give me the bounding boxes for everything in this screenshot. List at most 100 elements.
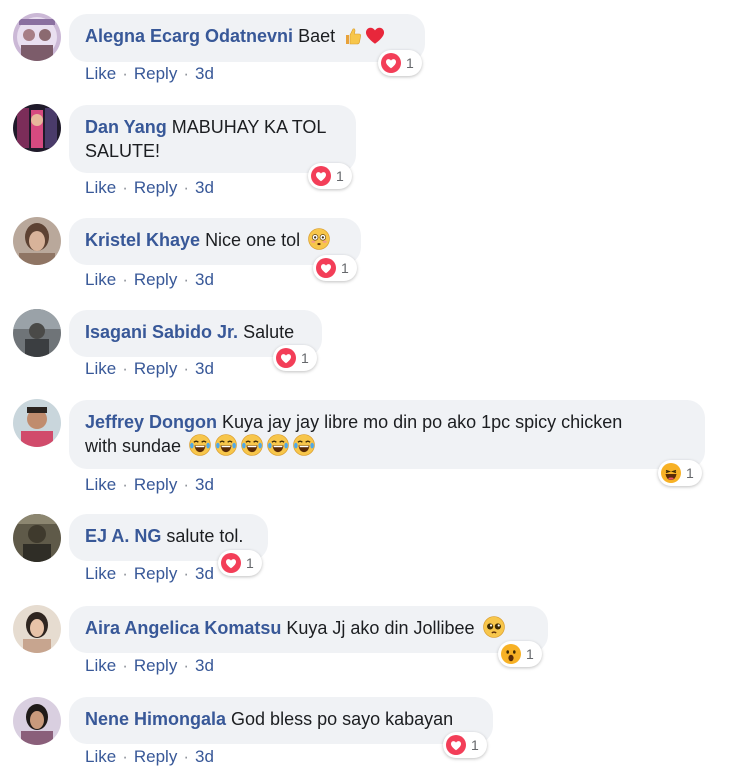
comment-author[interactable]: Dan Yang — [85, 117, 167, 137]
avatar[interactable] — [13, 217, 61, 265]
comment-author[interactable]: Aira Angelica Komatsu — [85, 618, 281, 638]
comment-author[interactable]: Jeffrey Dongon — [85, 412, 217, 432]
avatar[interactable] — [13, 399, 61, 447]
avatar[interactable] — [13, 104, 61, 152]
like-link[interactable]: Like — [85, 64, 116, 84]
comment-bubble: Nene Himongala God bless po sayo kabayan — [69, 697, 493, 744]
reply-link[interactable]: Reply — [134, 270, 177, 290]
reaction-summary[interactable]: 1 — [658, 460, 702, 486]
reaction-summary[interactable]: 1 — [498, 641, 542, 667]
reply-link[interactable]: Reply — [134, 564, 177, 584]
reply-link[interactable]: Reply — [134, 747, 177, 767]
comment-text-line-2: with sundae — [85, 436, 182, 456]
separator: · — [122, 178, 128, 197]
comment-text-line-2: SALUTE! — [85, 141, 161, 161]
comment-bubble: Alegna Ecarg Odatnevni Baet — [69, 14, 425, 62]
separator: · — [122, 564, 128, 583]
separator: · — [183, 359, 189, 378]
comment-text: salute tol. — [166, 526, 244, 546]
separator: · — [122, 747, 128, 766]
separator: · — [183, 475, 189, 494]
like-link[interactable]: Like — [85, 564, 116, 584]
flushed-face-icon — [308, 228, 330, 256]
comment-author[interactable]: Isagani Sabido Jr. — [85, 322, 238, 342]
comment-bubble: Aira Angelica Komatsu Kuya Jj ako din Jol… — [69, 606, 548, 653]
comment-text: Salute — [243, 322, 295, 342]
comment-author[interactable]: Alegna Ecarg Odatnevni — [85, 26, 293, 46]
love-reaction-icon — [316, 258, 336, 278]
crying-laughing-icon — [215, 434, 237, 462]
comment-text: Nice one tol — [205, 230, 301, 250]
reaction-summary[interactable]: 1 — [378, 50, 422, 76]
separator: · — [183, 178, 189, 197]
love-reaction-icon — [381, 53, 401, 73]
reply-link[interactable]: Reply — [134, 359, 177, 379]
separator: · — [122, 359, 128, 378]
reaction-summary[interactable]: 1 — [313, 255, 357, 281]
comment-author[interactable]: EJ A. NG — [85, 526, 161, 546]
like-link[interactable]: Like — [85, 359, 116, 379]
avatar[interactable] — [13, 13, 61, 61]
comment-author[interactable]: Kristel Khaye — [85, 230, 200, 250]
reaction-count: 1 — [301, 350, 309, 366]
crying-laughing-icon — [293, 434, 315, 462]
reply-link[interactable]: Reply — [134, 64, 177, 84]
reaction-count: 1 — [336, 168, 344, 184]
comment-bubble: Dan Yang MABUHAY KA TOL SALUTE! — [69, 105, 356, 173]
reply-link[interactable]: Reply — [134, 656, 177, 676]
love-reaction-icon — [276, 348, 296, 368]
comment-actions: Like · Reply · 3d — [85, 359, 214, 379]
reply-link[interactable]: Reply — [134, 475, 177, 495]
timestamp[interactable]: 3d — [195, 564, 214, 584]
separator: · — [183, 656, 189, 675]
like-link[interactable]: Like — [85, 475, 116, 495]
like-link[interactable]: Like — [85, 270, 116, 290]
timestamp[interactable]: 3d — [195, 747, 214, 767]
separator: · — [122, 656, 128, 675]
timestamp[interactable]: 3d — [195, 270, 214, 290]
crying-laughing-icon — [241, 434, 263, 462]
love-reaction-icon — [311, 166, 331, 186]
crying-laughing-icon — [189, 434, 211, 462]
comment-actions: Like · Reply · 3d — [85, 747, 214, 767]
separator: · — [183, 747, 189, 766]
crying-laughing-icon — [267, 434, 289, 462]
reaction-count: 1 — [246, 555, 254, 571]
reaction-summary[interactable]: 1 — [273, 345, 317, 371]
like-link[interactable]: Like — [85, 747, 116, 767]
timestamp[interactable]: 3d — [195, 475, 214, 495]
avatar[interactable] — [13, 605, 61, 653]
separator: · — [122, 64, 128, 83]
wow-reaction-icon — [501, 644, 521, 664]
comment-author[interactable]: Nene Himongala — [85, 709, 226, 729]
love-reaction-icon — [221, 553, 241, 573]
comment-bubble: Jeffrey Dongon Kuya jay jay libre mo din … — [69, 400, 705, 469]
reply-link[interactable]: Reply — [134, 178, 177, 198]
timestamp[interactable]: 3d — [195, 656, 214, 676]
like-link[interactable]: Like — [85, 178, 116, 198]
haha-reaction-icon — [661, 463, 681, 483]
reaction-summary[interactable]: 1 — [443, 732, 487, 758]
reaction-count: 1 — [341, 260, 349, 276]
avatar[interactable] — [13, 514, 61, 562]
reaction-summary[interactable]: 1 — [218, 550, 262, 576]
timestamp[interactable]: 3d — [195, 64, 214, 84]
separator: · — [122, 270, 128, 289]
red-heart-icon — [364, 24, 386, 52]
comment-actions: Like · Reply · 3d — [85, 656, 214, 676]
comment-actions: Like · Reply · 3d — [85, 64, 214, 84]
timestamp[interactable]: 3d — [195, 178, 214, 198]
comment-text: God bless po sayo kabayan — [231, 709, 454, 729]
comment-text: Kuya Jj ako din Jollibee — [286, 618, 475, 638]
reaction-count: 1 — [686, 465, 694, 481]
comment-text: MABUHAY KA TOL — [171, 117, 327, 137]
avatar[interactable] — [13, 697, 61, 745]
avatar[interactable] — [13, 309, 61, 357]
comment-actions: Like · Reply · 3d — [85, 475, 214, 495]
separator: · — [183, 270, 189, 289]
reaction-summary[interactable]: 1 — [308, 163, 352, 189]
timestamp[interactable]: 3d — [195, 359, 214, 379]
like-link[interactable]: Like — [85, 656, 116, 676]
reaction-count: 1 — [406, 55, 414, 71]
comment-actions: Like · Reply · 3d — [85, 178, 214, 198]
